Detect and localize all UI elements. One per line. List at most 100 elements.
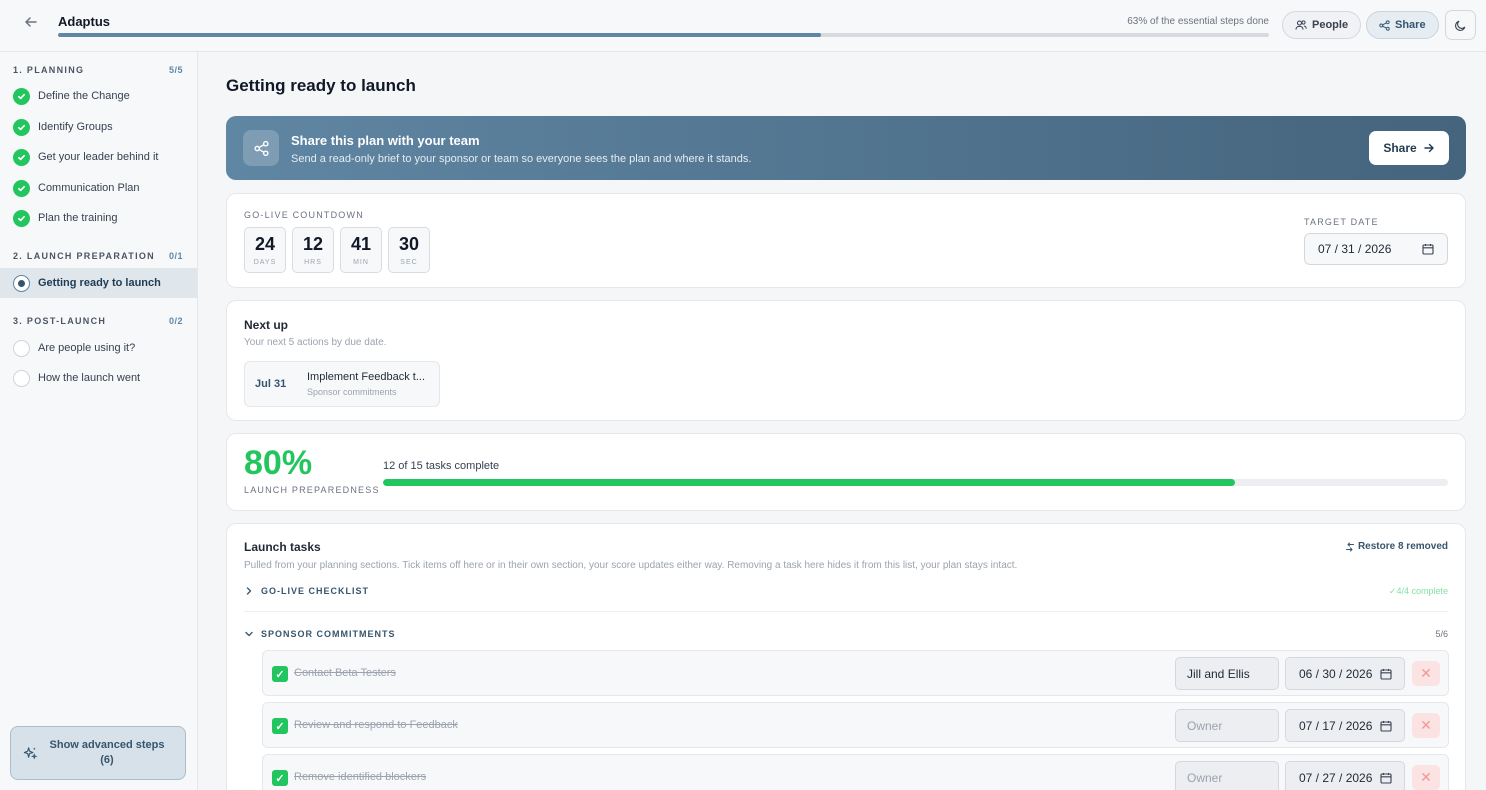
sidebar-item-label: Identify Groups [38, 121, 113, 133]
calendar-icon[interactable] [1422, 243, 1434, 255]
countdown-unit: HRS [304, 259, 322, 266]
banner-share-label: Share [1383, 141, 1417, 155]
chevron-right-icon [246, 587, 252, 595]
group-status: ✓4/4 complete [1388, 585, 1448, 596]
sidebar-item-label: How the launch went [38, 372, 141, 384]
next-up-card: Next up Your next 5 actions by due date.… [226, 300, 1466, 421]
remove-task-icon[interactable]: ✕ [1412, 765, 1440, 790]
section-title: 2. LAUNCH PREPARATION [13, 251, 155, 261]
sidebar-item-label: Plan the training [38, 212, 118, 224]
preparedness-progress-bar [383, 479, 1448, 486]
launch-tasks-title: Launch tasks [244, 540, 321, 554]
empty-circle-icon [13, 339, 30, 357]
remove-task-icon[interactable]: ✕ [1412, 713, 1440, 738]
section-count: 5/5 [168, 65, 183, 75]
preparedness-label: LAUNCH PREPAREDNESS [244, 485, 380, 495]
sidebar-item-how-the-launch-went[interactable]: How the launch went [0, 363, 197, 393]
target-date-input[interactable]: 07 / 31 / 2026 [1304, 233, 1448, 265]
back-arrow-icon[interactable] [22, 14, 40, 32]
task-row: ✓ Contact Beta Testers Jill and Ellis 06… [262, 650, 1449, 696]
task-due-date-input[interactable]: 06 / 30 / 2026 [1285, 657, 1405, 690]
sparkles-icon [23, 746, 38, 759]
task-text: Contact Beta Testers [294, 667, 396, 679]
banner-title: Share this plan with your team [291, 133, 480, 148]
next-up-subtitle: Your next 5 actions by due date. [244, 337, 387, 348]
task-row: ✓ Remove identified blockers Owner 07 / … [262, 754, 1449, 790]
task-owner-input[interactable]: Owner [1175, 761, 1279, 790]
section-count: 0/2 [168, 316, 183, 326]
show-advanced-steps-button[interactable]: Show advanced steps (6) [10, 726, 186, 780]
chevron-down-icon [245, 631, 253, 637]
banner-subtitle: Send a read-only brief to your sponsor o… [291, 153, 752, 165]
check-circle-icon [13, 118, 30, 136]
check-circle-icon [13, 209, 30, 227]
calendar-icon[interactable] [1380, 668, 1392, 680]
sidebar-item-label: Are people using it? [38, 342, 136, 354]
moon-icon [1455, 20, 1466, 31]
app-title: Adaptus [58, 14, 110, 29]
sidebar-item-communication-plan[interactable]: Communication Plan [0, 173, 197, 203]
people-button[interactable]: People [1282, 11, 1362, 39]
section-title: 3. POST-LAUNCH [13, 316, 107, 326]
section-count: 0/1 [168, 251, 183, 261]
sidebar-item-identify-groups[interactable]: Identify Groups [0, 112, 197, 142]
tasks-complete-text: 12 of 15 tasks complete [383, 460, 500, 472]
divider [244, 611, 1448, 612]
countdown-value: 30 [398, 234, 420, 254]
calendar-icon[interactable] [1380, 720, 1392, 732]
arrow-right-icon [1423, 143, 1434, 153]
share-plan-banner: Share this plan with your team Send a re… [226, 116, 1466, 180]
restore-removed-button[interactable]: Restore 8 removed [1345, 541, 1448, 552]
group-go-live-checklist[interactable]: GO-LIVE CHECKLIST ✓4/4 complete [244, 581, 1448, 601]
task-owner-input[interactable]: Owner [1175, 709, 1279, 742]
launch-tasks-card: Launch tasks Restore 8 removed Pulled fr… [226, 523, 1466, 790]
sidebar: 1. PLANNING 5/5 Define the Change Identi… [0, 52, 198, 790]
people-button-label: People [1312, 19, 1349, 31]
countdown-seconds: 30 SEC [388, 227, 430, 273]
group-sponsor-commitments[interactable]: SPONSOR COMMITMENTS 5/6 [244, 624, 1448, 644]
sidebar-item-define-the-change[interactable]: Define the Change [0, 81, 197, 111]
countdown-unit: DAYS [253, 259, 277, 266]
launch-tasks-subtitle: Pulled from your planning sections. Tick… [244, 560, 1018, 571]
countdown-days: 24 DAYS [244, 227, 286, 273]
countdown-value: 24 [254, 234, 276, 254]
task-due-date-input[interactable]: 07 / 17 / 2026 [1285, 709, 1405, 742]
show-advanced-steps-label: Show advanced steps (6) [49, 739, 165, 766]
task-checkbox[interactable]: ✓ [272, 666, 288, 682]
check-circle-icon [13, 87, 30, 105]
task-checkbox[interactable]: ✓ [272, 770, 288, 786]
people-icon [1295, 20, 1307, 30]
undo-icon [1345, 541, 1355, 552]
share-icon [1379, 19, 1390, 31]
countdown-unit: MIN [353, 259, 369, 266]
sidebar-item-are-people-using-it[interactable]: Are people using it? [0, 333, 197, 363]
remove-task-icon[interactable]: ✕ [1412, 661, 1440, 686]
sidebar-item-getting-ready-to-launch[interactable]: Getting ready to launch [0, 268, 197, 298]
task-due-date-value: 07 / 17 / 2026 [1299, 718, 1373, 733]
restore-removed-label: Restore 8 removed [1357, 541, 1448, 552]
task-owner-input[interactable]: Jill and Ellis [1175, 657, 1279, 690]
countdown-value: 41 [350, 234, 372, 254]
task-due-date-input[interactable]: 07 / 27 / 2026 [1285, 761, 1405, 790]
task-text: Remove identified blockers [294, 771, 427, 783]
check-circle-icon [13, 179, 30, 197]
task-checkbox[interactable]: ✓ [272, 718, 288, 734]
banner-share-button[interactable]: Share [1369, 131, 1449, 165]
sidebar-item-label: Define the Change [38, 90, 130, 102]
task-due-date-value: 07 / 27 / 2026 [1299, 770, 1373, 785]
calendar-icon[interactable] [1380, 772, 1392, 784]
sidebar-item-leader[interactable]: Get your leader behind it [0, 142, 197, 172]
dark-mode-toggle[interactable] [1445, 10, 1476, 40]
countdown-minutes: 41 MIN [340, 227, 382, 273]
sidebar-section-planning: 1. PLANNING 5/5 [13, 65, 183, 75]
target-date-label: TARGET DATE [1304, 217, 1379, 227]
task-row: ✓ Review and respond to Feedback Owner 0… [262, 702, 1449, 748]
target-date-value: 07 / 31 / 2026 [1318, 242, 1392, 256]
next-up-item-section: Sponsor commitments [307, 387, 397, 397]
share-icon [243, 130, 279, 166]
share-button[interactable]: Share [1366, 11, 1439, 39]
sidebar-section-post-launch: 3. POST-LAUNCH 0/2 [13, 316, 183, 326]
group-name: SPONSOR COMMITMENTS [261, 629, 396, 639]
next-up-item[interactable]: Jul 31 Implement Feedback t... Sponsor c… [244, 361, 440, 407]
sidebar-item-plan-the-training[interactable]: Plan the training [0, 203, 197, 233]
